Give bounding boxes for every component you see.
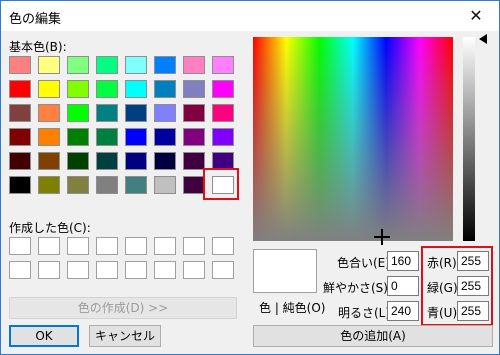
color-swatch[interactable]: [125, 176, 147, 194]
color-swatch[interactable]: [96, 104, 118, 122]
window-title: 色の編集: [9, 12, 62, 27]
custom-color-swatch[interactable]: [67, 237, 89, 255]
color-swatch[interactable]: [38, 152, 60, 170]
title-bar: 色の編集 ✕: [1, 1, 499, 31]
color-swatch[interactable]: [67, 104, 89, 122]
color-swatch[interactable]: [183, 176, 205, 194]
custom-color-swatch[interactable]: [9, 261, 31, 279]
color-dialog: 色の編集 ✕ 基本色(B): 作成した色(C): 色の作成(D) >> OK キ…: [0, 0, 500, 355]
luminosity-label: 明るさ(L):: [338, 306, 395, 320]
custom-colors-label: 作成した色(C):: [9, 221, 91, 235]
cancel-button[interactable]: キャンセル: [89, 325, 161, 347]
color-swatch[interactable]: [183, 56, 205, 74]
preview-label[interactable]: 色 | 純色(O): [259, 299, 325, 316]
hue-field[interactable]: 160: [387, 251, 419, 271]
color-swatch[interactable]: [38, 128, 60, 146]
custom-color-swatch[interactable]: [183, 261, 205, 279]
custom-color-swatch[interactable]: [183, 237, 205, 255]
color-swatch[interactable]: [212, 80, 234, 98]
color-swatch[interactable]: [96, 128, 118, 146]
ok-button[interactable]: OK: [9, 325, 79, 347]
color-swatch[interactable]: [9, 104, 31, 122]
color-spectrum[interactable]: [253, 37, 453, 241]
color-swatch[interactable]: [183, 128, 205, 146]
hue-label: 色合い(E):: [337, 256, 394, 270]
color-swatch[interactable]: [183, 104, 205, 122]
color-swatch[interactable]: [38, 104, 60, 122]
luminosity-field[interactable]: 240: [387, 301, 419, 321]
custom-color-swatch[interactable]: [9, 237, 31, 255]
color-swatch[interactable]: [38, 176, 60, 194]
color-swatch[interactable]: [9, 56, 31, 74]
color-swatch[interactable]: [96, 80, 118, 98]
custom-color-swatch[interactable]: [96, 237, 118, 255]
custom-color-swatch[interactable]: [212, 237, 234, 255]
custom-color-swatch[interactable]: [212, 261, 234, 279]
color-swatch[interactable]: [183, 152, 205, 170]
add-to-custom-colors-button[interactable]: 色の追加(A): [253, 325, 493, 347]
custom-color-swatch[interactable]: [38, 261, 60, 279]
color-swatch[interactable]: [183, 80, 205, 98]
custom-color-swatch[interactable]: [96, 261, 118, 279]
color-swatch[interactable]: [212, 128, 234, 146]
custom-color-swatch[interactable]: [38, 237, 60, 255]
color-swatch[interactable]: [67, 80, 89, 98]
selected-swatch-highlight: [203, 168, 239, 200]
color-preview: [253, 249, 317, 293]
color-swatch[interactable]: [96, 176, 118, 194]
color-swatch[interactable]: [67, 152, 89, 170]
custom-color-swatch[interactable]: [125, 261, 147, 279]
color-swatch[interactable]: [154, 128, 176, 146]
color-swatch[interactable]: [154, 176, 176, 194]
color-swatch[interactable]: [125, 56, 147, 74]
custom-color-swatch[interactable]: [154, 261, 176, 279]
color-swatch[interactable]: [125, 80, 147, 98]
saturation-field[interactable]: 0: [387, 276, 419, 296]
crosshair-icon[interactable]: [374, 229, 390, 245]
color-swatch[interactable]: [154, 80, 176, 98]
color-swatch[interactable]: [38, 56, 60, 74]
color-swatch[interactable]: [125, 104, 147, 122]
custom-color-swatch[interactable]: [67, 261, 89, 279]
color-swatch[interactable]: [154, 56, 176, 74]
color-swatch[interactable]: [9, 80, 31, 98]
custom-color-swatch[interactable]: [154, 237, 176, 255]
luminosity-slider-arrow-icon[interactable]: [479, 34, 487, 44]
color-swatch[interactable]: [9, 128, 31, 146]
rgb-fields-highlight: [421, 246, 493, 326]
color-swatch[interactable]: [38, 80, 60, 98]
color-swatch[interactable]: [67, 128, 89, 146]
color-swatch[interactable]: [125, 152, 147, 170]
luminosity-bar[interactable]: [463, 37, 475, 241]
color-swatch[interactable]: [9, 152, 31, 170]
saturation-label: 鮮やかさ(S):: [323, 281, 393, 295]
custom-color-swatch[interactable]: [125, 237, 147, 255]
color-swatch[interactable]: [96, 56, 118, 74]
color-swatch[interactable]: [96, 152, 118, 170]
color-swatch[interactable]: [9, 176, 31, 194]
color-swatch[interactable]: [212, 56, 234, 74]
basic-colors-label: 基本色(B):: [9, 40, 67, 54]
close-button[interactable]: ✕: [453, 1, 499, 31]
color-swatch[interactable]: [154, 152, 176, 170]
color-swatch[interactable]: [154, 104, 176, 122]
color-swatch[interactable]: [212, 104, 234, 122]
define-custom-colors-button[interactable]: 色の作成(D) >>: [9, 297, 237, 319]
color-swatch[interactable]: [67, 176, 89, 194]
color-swatch[interactable]: [67, 56, 89, 74]
color-swatch[interactable]: [125, 128, 147, 146]
